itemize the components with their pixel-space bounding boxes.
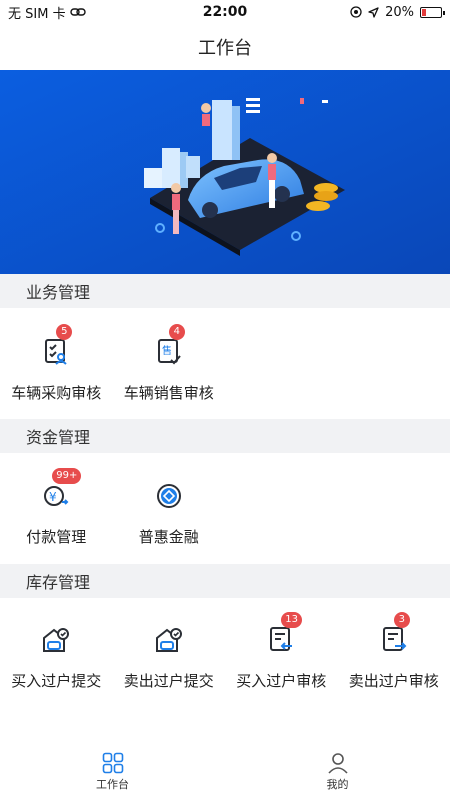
user-icon bbox=[327, 753, 348, 774]
finance-icon bbox=[156, 484, 181, 508]
link-icon bbox=[69, 8, 86, 16]
tab-label: 我的 bbox=[326, 778, 349, 791]
item-label: 车辆采购审核 bbox=[11, 384, 102, 402]
section-title: 业务管理 bbox=[26, 283, 91, 302]
grid-row-inventory: 买入过户提交 卖出过户提交 13 买入过户审核 3 卖出过户审核 bbox=[0, 612, 450, 691]
status-left: 无 SIM 卡 bbox=[8, 3, 86, 22]
lock-rotation-icon bbox=[350, 6, 362, 18]
battery-percent: 20% bbox=[385, 4, 414, 20]
sell-transfer-submit-icon bbox=[155, 628, 182, 652]
item-label: 买入过户审核 bbox=[236, 672, 327, 690]
nav-bar: 工作台 bbox=[0, 24, 450, 70]
buy-transfer-review-item[interactable]: 13 买入过户审核 bbox=[225, 612, 338, 691]
tab-label: 工作台 bbox=[96, 778, 129, 791]
icon-wrap: 售 4 bbox=[151, 324, 187, 370]
section-title: 资金管理 bbox=[26, 428, 91, 447]
item-label: 买入过户提交 bbox=[11, 672, 102, 690]
grid-row-funds: ¥ 99+ 付款管理 普惠金融 bbox=[0, 468, 450, 547]
icon-wrap bbox=[38, 622, 74, 658]
section-title: 库存管理 bbox=[26, 573, 91, 592]
item-label: 卖出过户提交 bbox=[123, 672, 214, 690]
battery-icon bbox=[420, 6, 445, 18]
notification-badge: 4 bbox=[168, 324, 185, 340]
page-title: 工作台 bbox=[198, 38, 252, 59]
section-header-funds: 资金管理 bbox=[0, 419, 450, 453]
tab-mine[interactable]: 我的 bbox=[225, 744, 450, 800]
status-bar: 无 SIM 卡 22:00 20% bbox=[0, 0, 450, 24]
payment-icon: ¥ bbox=[44, 486, 69, 506]
tab-bar: 工作台 我的 bbox=[0, 744, 450, 800]
buy-transfer-submit-item[interactable]: 买入过户提交 bbox=[0, 622, 113, 691]
section-header-inventory: 库存管理 bbox=[0, 564, 450, 598]
purchase-review-item[interactable]: 5 车辆采购审核 bbox=[0, 324, 113, 403]
icon-wrap: 3 bbox=[376, 612, 412, 658]
item-label: 付款管理 bbox=[26, 528, 87, 546]
location-arrow-icon bbox=[368, 6, 379, 18]
svg-text:售: 售 bbox=[162, 344, 172, 357]
carrier-label: 无 SIM 卡 bbox=[8, 6, 66, 22]
grid-row-business: 5 车辆采购审核 售 4 车辆销售审核 bbox=[0, 324, 450, 403]
notification-badge: 99+ bbox=[52, 468, 82, 484]
finance-item[interactable]: 普惠金融 bbox=[113, 478, 226, 547]
sell-transfer-review-item[interactable]: 3 卖出过户审核 bbox=[338, 612, 450, 691]
item-label: 普惠金融 bbox=[138, 528, 199, 546]
svg-text:¥: ¥ bbox=[49, 490, 57, 504]
notification-badge: 3 bbox=[393, 612, 410, 628]
grid-icon bbox=[102, 752, 123, 774]
item-label: 车辆销售审核 bbox=[123, 384, 214, 402]
sales-review-item[interactable]: 售 4 车辆销售审核 bbox=[113, 324, 226, 403]
buy-transfer-submit-icon bbox=[43, 628, 70, 652]
banner-illustration bbox=[0, 70, 450, 274]
icon-wrap bbox=[151, 478, 187, 514]
tab-workbench[interactable]: 工作台 bbox=[0, 744, 225, 800]
buy-transfer-review-icon bbox=[270, 627, 293, 651]
sell-transfer-submit-item[interactable]: 卖出过户提交 bbox=[113, 622, 226, 691]
sell-transfer-review-icon bbox=[382, 627, 407, 651]
sales-review-icon: 售 bbox=[157, 339, 181, 365]
payment-item[interactable]: ¥ 99+ 付款管理 bbox=[0, 468, 113, 547]
icon-wrap: 5 bbox=[38, 324, 74, 370]
purchase-review-icon bbox=[45, 339, 67, 365]
status-right: 20% bbox=[350, 4, 445, 20]
icon-wrap: ¥ 99+ bbox=[38, 468, 82, 514]
section-header-business: 业务管理 bbox=[0, 274, 450, 308]
notification-badge: 13 bbox=[281, 612, 302, 628]
icon-wrap bbox=[151, 622, 187, 658]
item-label: 卖出过户审核 bbox=[348, 672, 439, 690]
icon-wrap: 13 bbox=[263, 612, 302, 658]
banner-image[interactable] bbox=[0, 70, 450, 274]
